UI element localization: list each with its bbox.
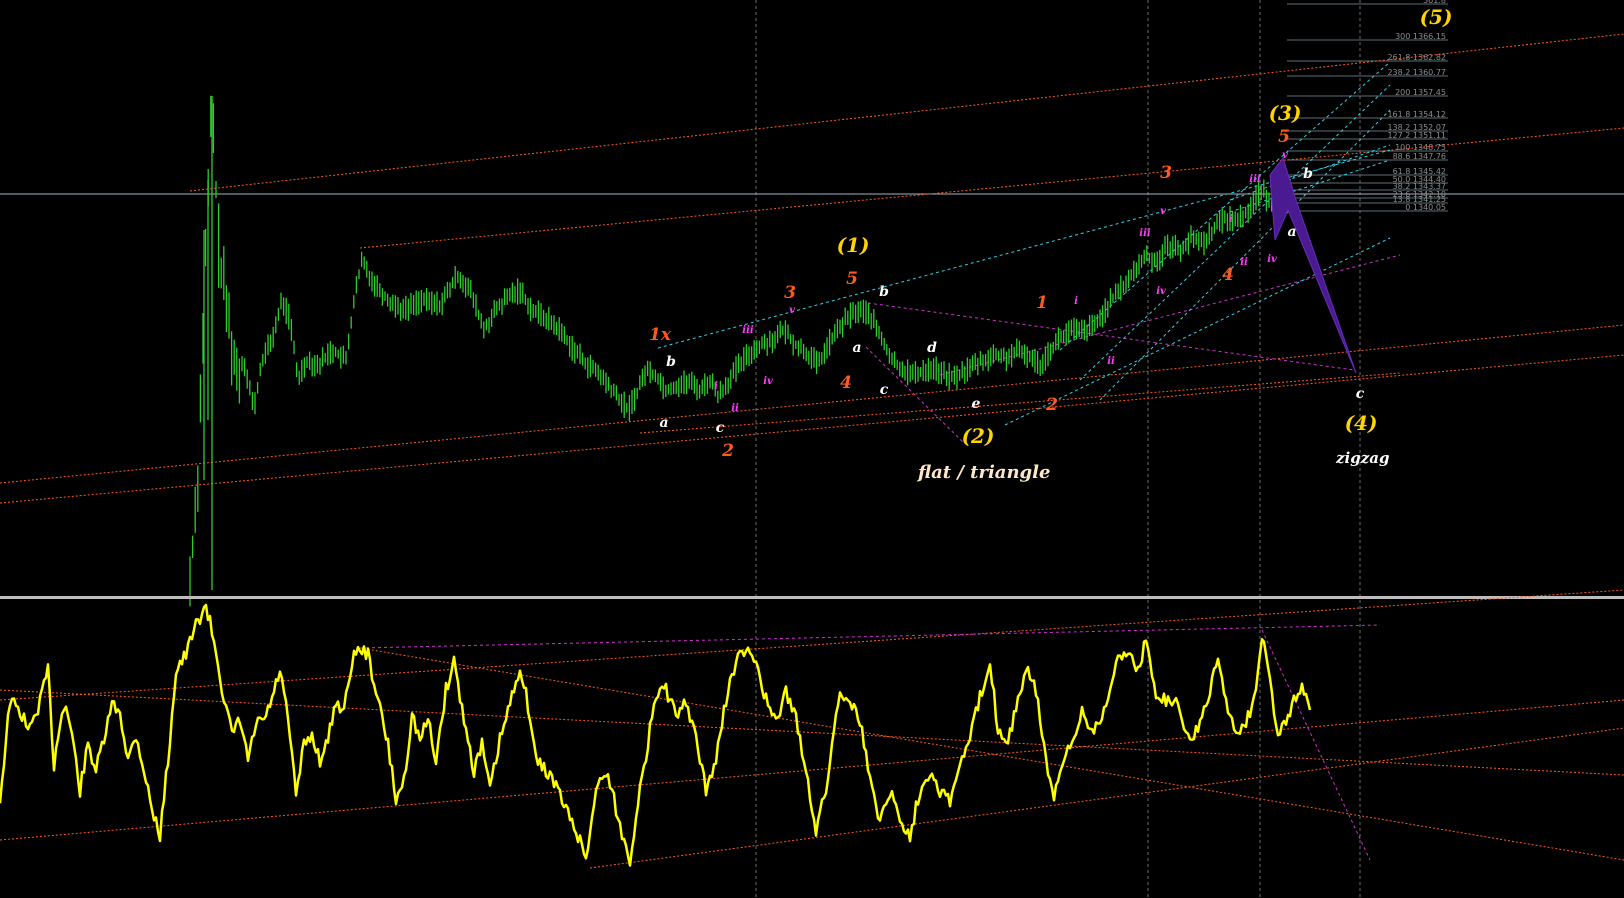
chart-canvas: 361.8300 1366.15261.8 1362.82238.2 1360.…	[0, 0, 1624, 898]
fib-level-label: 88.6 1347.76	[1393, 152, 1446, 161]
fib-level-label: 300 1366.15	[1395, 32, 1446, 41]
wave-label: 2	[1045, 395, 1058, 415]
wave-label: ii	[1240, 257, 1248, 268]
wave-label: iii	[742, 325, 754, 336]
wave-label: ii	[1107, 356, 1115, 367]
wave-label: (2)	[962, 424, 995, 448]
wave-label: ii	[731, 403, 739, 414]
fib-level-label: 200 1357.45	[1395, 88, 1446, 97]
wave-label: 1x	[649, 325, 672, 345]
wave-label: d	[927, 340, 937, 356]
wave-label: (5)	[1420, 5, 1453, 29]
wave-label: b	[666, 354, 676, 370]
wave-label: i	[714, 381, 718, 392]
wave-label: (1)	[837, 233, 870, 257]
wave-label: 4	[840, 373, 852, 393]
wave-label: (4)	[1345, 411, 1378, 435]
wave-label: i	[1229, 214, 1233, 225]
wave-label: (3)	[1269, 101, 1302, 125]
wave-label: v	[1160, 206, 1166, 217]
wave-label: a	[659, 415, 668, 431]
fib-level-label: 238.2 1360.77	[1387, 68, 1446, 77]
wave-label: c	[716, 420, 725, 436]
wave-label: 4	[1222, 265, 1234, 285]
pane-separator	[0, 596, 1624, 599]
wave-label: 2	[721, 441, 734, 461]
fib-level-label: 127.2 1351.11	[1387, 131, 1446, 140]
wave-label: b	[1303, 166, 1313, 182]
wave-label: 5	[1278, 127, 1290, 147]
wave-label: 1	[1036, 293, 1048, 313]
wave-label: 5	[846, 269, 858, 289]
wave-label: c	[1356, 386, 1365, 402]
wave-label: e	[972, 396, 981, 412]
wave-label: v	[789, 305, 795, 316]
wave-label: c	[880, 382, 889, 398]
wave-label: i	[1074, 296, 1078, 307]
fib-level-label: 261.8 1362.82	[1387, 53, 1446, 62]
wave-label: iv	[763, 376, 773, 387]
wave-label: v	[1282, 150, 1288, 161]
annotation-zigzag: zigzag	[1335, 449, 1389, 467]
fib-level-label: 0 1340.05	[1405, 203, 1446, 212]
wave-label: iv	[1156, 286, 1166, 297]
wave-label: iv	[1267, 254, 1277, 265]
wave-label: b	[879, 284, 889, 300]
wave-label: 3	[1160, 163, 1172, 183]
fib-level-label: 161.8 1354.12	[1387, 110, 1446, 119]
wave-label: iii	[1249, 174, 1261, 185]
wave-label: iii	[1139, 228, 1151, 239]
wave-label: 3	[784, 283, 796, 303]
annotation-flat-triangle: flat / triangle	[916, 462, 1050, 483]
wave-label: a	[852, 340, 861, 356]
wave-label: a	[1287, 224, 1296, 240]
